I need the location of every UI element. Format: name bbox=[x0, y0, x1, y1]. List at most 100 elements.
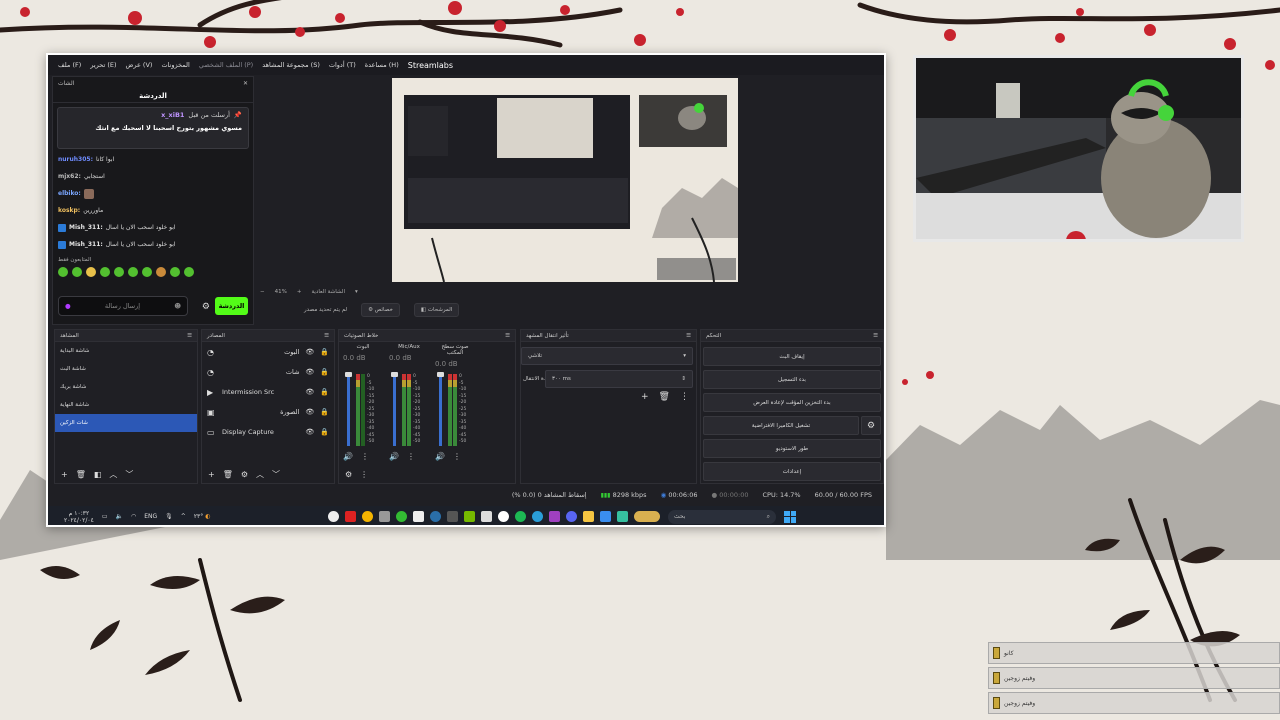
menu-scene-collection[interactable]: مجموعة المشاهد (S) bbox=[262, 61, 320, 69]
stop-streaming-button[interactable]: إيقاف البث bbox=[703, 347, 881, 366]
dock-menu-icon[interactable]: ☰ bbox=[873, 333, 878, 339]
gear-icon[interactable]: ⚙ bbox=[241, 470, 248, 479]
source-item[interactable]: ▶ Intermission Src 👁 🔒 bbox=[202, 382, 334, 402]
source-item[interactable]: ▭ Display Capture 👁 🔒 bbox=[202, 422, 334, 442]
scene-item[interactable]: شاشة البث bbox=[55, 360, 197, 378]
scene-item[interactable]: شاشة النهاية bbox=[55, 396, 197, 414]
add-icon[interactable]: + bbox=[208, 470, 215, 479]
eye-icon[interactable]: 👁 bbox=[305, 368, 314, 376]
scene-item[interactable]: شاشة بريك bbox=[55, 378, 197, 396]
source-item[interactable]: ▣ الصورة 👁 🔒 bbox=[202, 402, 334, 422]
speaker-icon[interactable]: 🔊 bbox=[343, 452, 353, 461]
emote-icon[interactable] bbox=[128, 267, 138, 277]
emote-icon[interactable] bbox=[86, 267, 96, 277]
chat-input[interactable]: ☻ إرسال رسالة ● bbox=[58, 296, 188, 316]
microphone-icon[interactable]: 🎙 bbox=[165, 513, 173, 520]
chevron-down-icon[interactable]: ﹀ bbox=[125, 469, 133, 480]
app-icon-discord[interactable] bbox=[566, 511, 577, 522]
emoji-icon[interactable]: ☻ bbox=[174, 302, 181, 310]
emote-icon[interactable] bbox=[58, 267, 68, 277]
battery-icon[interactable]: ▭ bbox=[102, 513, 108, 520]
gear-icon[interactable]: ⚙ bbox=[202, 302, 210, 312]
app-icon-store[interactable] bbox=[447, 511, 458, 522]
chevron-down-icon[interactable]: ﹀ bbox=[272, 469, 280, 480]
filters-button[interactable]: ◧ المرشحات bbox=[413, 303, 460, 317]
menu-help[interactable]: مساعدة (H) bbox=[365, 61, 399, 69]
app-icon-edge[interactable] bbox=[532, 511, 543, 522]
windows-start-icon[interactable] bbox=[784, 510, 796, 523]
volume-fader[interactable] bbox=[347, 374, 350, 446]
stepper-icon[interactable]: ⇕ bbox=[681, 376, 686, 382]
lock-icon[interactable]: 🔒 bbox=[320, 388, 329, 396]
dock-menu-icon[interactable]: ☰ bbox=[686, 333, 691, 339]
filter-icon[interactable]: ◧ bbox=[94, 470, 102, 479]
chevron-up-icon[interactable]: ︿ bbox=[109, 469, 117, 480]
app-icon-adobe[interactable] bbox=[345, 511, 356, 522]
zoom-in-icon[interactable]: + bbox=[297, 289, 302, 295]
clock[interactable]: ١٠:٣٢ م ٢٠٢٤/٠٢/٠٤ bbox=[64, 510, 94, 524]
menu-view[interactable]: عرض (V) bbox=[126, 61, 153, 69]
app-icon-bluestacks[interactable] bbox=[600, 511, 611, 522]
chat-send-button[interactable]: الدردشة bbox=[215, 297, 248, 315]
chevron-up-icon[interactable]: ︿ bbox=[256, 469, 264, 480]
eye-icon[interactable]: 👁 bbox=[305, 348, 314, 356]
lock-icon[interactable]: 🔒 bbox=[320, 348, 329, 356]
fader-knob[interactable] bbox=[391, 372, 398, 377]
gear-icon[interactable]: ⚙ bbox=[345, 470, 352, 479]
dock-menu-icon[interactable]: ☰ bbox=[187, 333, 192, 339]
emote-icon[interactable] bbox=[100, 267, 110, 277]
settings-button[interactable]: إعدادات bbox=[703, 462, 881, 481]
emote-icon[interactable] bbox=[170, 267, 180, 277]
trash-icon[interactable]: 🗑 bbox=[223, 470, 233, 479]
duration-input[interactable]: ٣٠٠ ms ⇕ bbox=[545, 370, 693, 388]
more-icon[interactable]: ⋮ bbox=[453, 452, 461, 461]
chevron-up-icon[interactable]: ^ bbox=[181, 513, 186, 520]
taskbar-search[interactable]: بحث ⌕ bbox=[668, 509, 776, 524]
fader-knob[interactable] bbox=[345, 372, 352, 377]
chat-username[interactable]: mjx62: bbox=[58, 168, 81, 185]
scene-item-selected[interactable]: شات الزكين bbox=[55, 414, 197, 432]
close-icon[interactable]: ✕ bbox=[243, 80, 248, 87]
app-icon-obs[interactable] bbox=[328, 511, 339, 522]
chevron-down-icon[interactable]: ▾ bbox=[355, 289, 358, 295]
source-item[interactable]: ◔ شات 👁 🔒 bbox=[202, 362, 334, 382]
source-item[interactable]: ◔ البوت 👁 🔒 bbox=[202, 342, 334, 362]
app-icon-media[interactable] bbox=[549, 511, 560, 522]
emote-icon[interactable] bbox=[114, 267, 124, 277]
volume-icon[interactable]: 🔈 bbox=[116, 513, 123, 520]
app-icon-github[interactable] bbox=[498, 511, 509, 522]
app-icon-files[interactable] bbox=[583, 511, 594, 522]
menu-edit[interactable]: تحرير (E) bbox=[90, 61, 116, 69]
properties-button[interactable]: ⚙ خصائص bbox=[361, 303, 400, 317]
app-icon-nvidia[interactable] bbox=[464, 511, 475, 522]
speaker-icon[interactable]: 🔊 bbox=[389, 452, 399, 461]
more-icon[interactable]: ⋮ bbox=[361, 452, 369, 461]
dock-menu-icon[interactable]: ☰ bbox=[324, 333, 329, 339]
more-icon[interactable]: ⋮ bbox=[680, 392, 689, 402]
emote-icon[interactable] bbox=[184, 267, 194, 277]
microphone-icon[interactable]: ● bbox=[65, 302, 71, 310]
add-icon[interactable]: + bbox=[641, 392, 649, 402]
volume-fader[interactable] bbox=[439, 374, 442, 446]
trash-icon[interactable]: 🗑 bbox=[76, 470, 86, 479]
preview-canvas[interactable] bbox=[392, 78, 738, 282]
more-icon[interactable]: ⋮ bbox=[407, 452, 415, 461]
lock-icon[interactable]: 🔒 bbox=[320, 428, 329, 436]
emote-icon[interactable] bbox=[142, 267, 152, 277]
zoom-out-icon[interactable]: − bbox=[260, 289, 265, 295]
trash-icon[interactable]: 🗑 bbox=[659, 392, 670, 402]
lock-icon[interactable]: 🔒 bbox=[320, 368, 329, 376]
chat-username[interactable]: Mish_311: bbox=[69, 219, 103, 236]
add-icon[interactable]: + bbox=[61, 470, 68, 479]
language-indicator[interactable]: ENG bbox=[144, 513, 157, 520]
eye-icon[interactable]: 👁 bbox=[305, 388, 314, 396]
app-icon-steam[interactable] bbox=[430, 511, 441, 522]
menu-profile[interactable]: الملف الشخصي (P) bbox=[199, 61, 253, 69]
chat-username[interactable]: koskp: bbox=[58, 202, 80, 219]
app-icon-tiles[interactable] bbox=[617, 511, 628, 522]
wifi-icon[interactable]: ◠ bbox=[131, 513, 136, 520]
app-icon-xbox[interactable] bbox=[396, 511, 407, 522]
weather-widget[interactable]: ٢٣° ◐ bbox=[194, 513, 211, 520]
volume-fader[interactable] bbox=[393, 374, 396, 446]
chat-username[interactable]: nuruh305: bbox=[58, 151, 93, 168]
